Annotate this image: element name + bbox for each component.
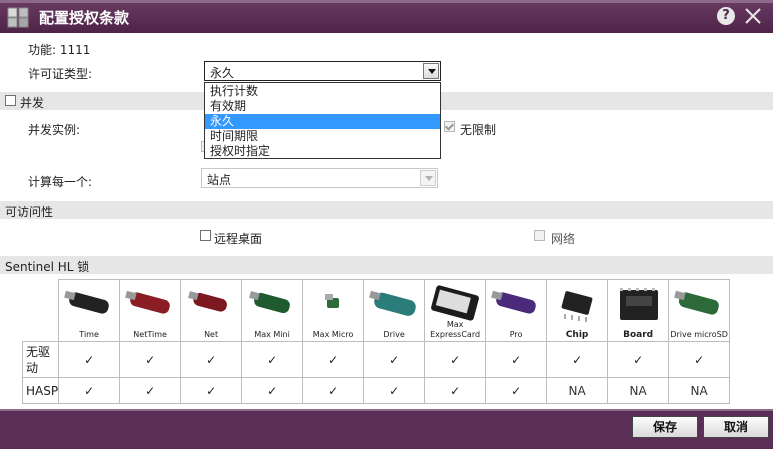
support-cell: ✓ bbox=[241, 377, 304, 404]
table-corner bbox=[23, 280, 59, 342]
dropdown-option-selected[interactable]: 永久 bbox=[205, 114, 440, 129]
support-cell: ✓ bbox=[485, 377, 548, 404]
chip-icon bbox=[561, 291, 593, 322]
chevron-down-icon[interactable] bbox=[423, 63, 439, 79]
product-cell: NetTime bbox=[119, 279, 182, 342]
dialog-title: 配置授权条款 bbox=[39, 9, 130, 27]
license-type-select[interactable]: 永久 bbox=[204, 61, 441, 81]
usb-key-icon bbox=[125, 290, 170, 314]
support-cell: NA bbox=[607, 377, 670, 404]
product-cell: Max ExpressCard bbox=[424, 279, 487, 342]
support-cell: NA bbox=[668, 377, 731, 404]
concurrent-instances-label: 并发实例: bbox=[28, 123, 81, 137]
support-cell: ✓ bbox=[119, 377, 182, 404]
dropdown-option[interactable]: 有效期 bbox=[205, 99, 440, 114]
license-type-label: 许可证类型: bbox=[28, 67, 93, 81]
product-header-row: Time NetTime Net Max Mini Max Micro Driv… bbox=[23, 279, 731, 342]
support-cell: ✓ bbox=[363, 341, 426, 378]
help-icon[interactable]: ? bbox=[717, 7, 735, 25]
support-cell: ✓ bbox=[180, 341, 243, 378]
remote-desktop-checkbox[interactable] bbox=[200, 230, 211, 241]
product-name: Chip bbox=[565, 330, 589, 340]
usb-key-icon bbox=[369, 290, 416, 316]
support-cell: ✓ bbox=[363, 377, 426, 404]
section-accessibility: 可访问性 bbox=[0, 201, 773, 219]
usb-key-icon bbox=[188, 291, 228, 312]
product-cell: Drive bbox=[363, 279, 426, 342]
product-cell: Pro bbox=[485, 279, 548, 342]
usb-key-icon bbox=[64, 290, 109, 314]
product-name: Max Micro bbox=[312, 330, 354, 339]
usb-key-icon bbox=[325, 294, 340, 308]
support-cell: ✓ bbox=[607, 341, 670, 378]
footer-edge bbox=[0, 409, 773, 411]
cancel-button[interactable]: 取消 bbox=[703, 416, 769, 438]
count-per-select[interactable]: 站点 bbox=[201, 168, 438, 188]
support-cell: ✓ bbox=[180, 377, 243, 404]
usb-key-icon bbox=[491, 290, 536, 314]
support-cell: ✓ bbox=[119, 341, 182, 378]
table-row: HASP ✓ ✓ ✓ ✓ ✓ ✓ ✓ ✓ NA NA NA bbox=[21, 377, 731, 404]
support-cell: ✓ bbox=[424, 341, 487, 378]
board-icon bbox=[620, 288, 659, 320]
support-cell: ✓ bbox=[58, 341, 121, 378]
count-per-label: 计算每一个: bbox=[28, 175, 93, 189]
hl-key-table: Time NetTime Net Max Mini Max Micro Driv… bbox=[21, 279, 731, 404]
network-checkbox[interactable] bbox=[534, 230, 545, 241]
remote-desktop-label: 远程桌面 bbox=[214, 232, 263, 246]
license-type-dropdown[interactable]: 执行计数 有效期 永久 时间期限 授权时指定 bbox=[204, 82, 441, 159]
concurrency-section-label: 并发 bbox=[20, 96, 45, 110]
support-cell: ✓ bbox=[546, 341, 609, 378]
table-row: 无驱动 ✓ ✓ ✓ ✓ ✓ ✓ ✓ ✓ ✓ ✓ ✓ bbox=[21, 341, 731, 378]
product-cell: Max Mini bbox=[241, 279, 304, 342]
product-cell: Chip bbox=[546, 279, 609, 342]
dropdown-option[interactable]: 时间期限 bbox=[205, 129, 440, 144]
support-cell: ✓ bbox=[302, 341, 365, 378]
dropdown-option[interactable]: 授权时指定 bbox=[205, 144, 440, 159]
product-name: Time bbox=[79, 330, 99, 339]
product-cell: Board bbox=[607, 279, 670, 342]
support-cell: ✓ bbox=[424, 377, 487, 404]
usb-key-icon bbox=[674, 290, 719, 315]
save-button[interactable]: 保存 bbox=[632, 416, 698, 438]
product-cell: Time bbox=[58, 279, 121, 342]
title-bar-edge bbox=[0, 0, 773, 3]
row-label: 无驱动 bbox=[21, 341, 60, 378]
product-name: Drive microSD bbox=[670, 330, 728, 339]
product-cell: Net bbox=[180, 279, 243, 342]
product-name: Max Mini bbox=[254, 330, 290, 339]
row-label: HASP bbox=[21, 377, 60, 404]
chevron-down-icon[interactable] bbox=[420, 170, 436, 186]
hl-section-label: Sentinel HL 锁 bbox=[5, 260, 90, 274]
support-cell: ✓ bbox=[302, 377, 365, 404]
count-per-value: 站点 bbox=[207, 173, 232, 187]
product-cell: Drive microSD bbox=[668, 279, 731, 342]
product-cell: Max Micro bbox=[302, 279, 365, 342]
license-type-value: 永久 bbox=[210, 66, 235, 80]
close-icon[interactable] bbox=[743, 6, 763, 26]
concurrency-checkbox[interactable] bbox=[5, 95, 16, 106]
support-cell: ✓ bbox=[241, 341, 304, 378]
support-cell: NA bbox=[546, 377, 609, 404]
product-name: Drive bbox=[383, 330, 405, 339]
feature-label: 功能: 1111 bbox=[28, 43, 91, 57]
product-name: Board bbox=[623, 330, 654, 340]
product-name: NetTime bbox=[133, 330, 167, 339]
product-name: Pro bbox=[509, 330, 523, 339]
dropdown-option[interactable]: 执行计数 bbox=[205, 84, 440, 99]
network-label: 网络 bbox=[551, 232, 576, 246]
usb-key-icon bbox=[249, 291, 290, 314]
product-name: Max ExpressCard bbox=[430, 320, 481, 339]
unlimited-label: 无限制 bbox=[460, 123, 497, 137]
app-icon bbox=[7, 7, 29, 28]
support-cell: ✓ bbox=[668, 341, 731, 378]
accessibility-section-label: 可访问性 bbox=[5, 205, 54, 219]
product-name: Net bbox=[204, 330, 219, 339]
support-cell: ✓ bbox=[485, 341, 548, 378]
unlimited-checkbox[interactable] bbox=[444, 121, 455, 132]
support-cell: ✓ bbox=[58, 377, 121, 404]
section-sentinel-hl: Sentinel HL 锁 bbox=[0, 256, 773, 274]
